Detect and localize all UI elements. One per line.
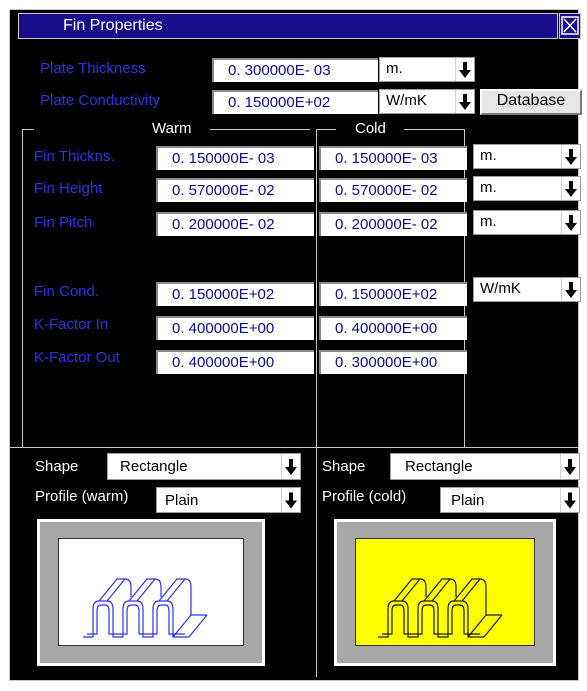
warm-preview-canvas xyxy=(58,538,244,646)
down-arrow-icon xyxy=(561,278,580,301)
frame-line xyxy=(316,129,336,130)
warm-profile-select[interactable]: Plain xyxy=(156,487,301,513)
k-factor-in-label: K-Factor In xyxy=(34,316,109,333)
fin-pitch-cold-field[interactable]: 0. 200000E- 02 xyxy=(319,212,467,236)
fin-cond-unit: W/mK xyxy=(480,280,521,297)
fin-cond-warm-field[interactable]: 0. 150000E+02 xyxy=(156,282,314,306)
title-bar: Fin Properties xyxy=(18,13,558,39)
cold-profile-value: Plain xyxy=(451,492,485,509)
fin-pitch-warm-field[interactable]: 0. 200000E- 02 xyxy=(156,212,314,236)
fin-cond-cold-field[interactable]: 0. 150000E+02 xyxy=(319,282,467,306)
k-factor-out-warm-field[interactable]: 0. 400000E+00 xyxy=(156,350,314,374)
down-arrow-icon xyxy=(281,488,300,512)
fin-cond-label: Fin Cond. xyxy=(34,283,100,300)
cold-column-header: Cold xyxy=(355,120,386,137)
plate-thickness-unit-select[interactable]: m. xyxy=(379,57,475,82)
fin-thickness-label: Fin Thickns. xyxy=(34,148,115,165)
down-arrow-icon xyxy=(560,454,579,479)
plate-conductivity-unit: W/mK xyxy=(386,92,427,109)
warm-shape-value: Rectangle xyxy=(120,458,188,475)
cold-shape-value: Rectangle xyxy=(405,458,473,475)
fin-height-warm-field[interactable]: 0. 570000E- 02 xyxy=(156,178,314,202)
warm-fin-preview xyxy=(37,519,265,666)
down-arrow-icon xyxy=(560,488,579,512)
plate-conductivity-unit-select[interactable]: W/mK xyxy=(379,89,475,114)
k-factor-out-cold-field[interactable]: 0. 300000E+00 xyxy=(319,350,467,374)
frame-line xyxy=(210,129,310,130)
close-button[interactable] xyxy=(559,13,581,39)
warm-shape-label: Shape xyxy=(35,458,79,475)
down-arrow-icon xyxy=(281,454,300,479)
fin-cond-unit-select[interactable]: W/mK xyxy=(473,277,581,302)
warm-profile-label: Profile (warm) xyxy=(35,488,129,505)
down-arrow-icon xyxy=(455,58,474,81)
cold-fin-preview xyxy=(334,519,556,666)
down-arrow-icon xyxy=(455,90,474,113)
plate-conductivity-label: Plate Conductivity xyxy=(40,92,161,109)
plate-thickness-field[interactable]: 0. 300000E- 03 xyxy=(212,58,378,82)
frame-line xyxy=(404,129,464,130)
down-arrow-icon xyxy=(561,211,580,234)
fin-thickness-unit: m. xyxy=(480,147,497,164)
dialog-title: Fin Properties xyxy=(63,17,163,34)
cold-shape-select[interactable]: Rectangle xyxy=(390,453,580,480)
fin-thickness-warm-field[interactable]: 0. 150000E- 03 xyxy=(156,146,314,170)
cold-profile-select[interactable]: Plain xyxy=(440,487,580,513)
warm-shape-select[interactable]: Rectangle xyxy=(107,453,301,480)
plate-conductivity-field[interactable]: 0. 150000E+02 xyxy=(212,90,378,114)
fin-pitch-unit: m. xyxy=(480,213,497,230)
database-button[interactable]: Database xyxy=(480,89,582,115)
k-factor-out-label: K-Factor Out xyxy=(34,349,120,366)
shape-section-divider xyxy=(10,447,578,448)
fin-profile-icon xyxy=(378,578,503,638)
cold-profile-label: Profile (cold) xyxy=(322,488,407,505)
k-factor-in-warm-field[interactable]: 0. 400000E+00 xyxy=(156,316,314,340)
plate-thickness-unit: m. xyxy=(386,60,403,77)
fin-profile-icon xyxy=(83,578,208,638)
down-arrow-icon xyxy=(561,177,580,200)
warm-column-header: Warm xyxy=(152,120,192,137)
warm-group-frame xyxy=(22,129,23,447)
close-icon xyxy=(561,16,579,35)
fin-height-unit: m. xyxy=(480,179,497,196)
fin-thickness-unit-select[interactable]: m. xyxy=(473,144,581,169)
fin-height-label: Fin Height xyxy=(34,180,103,197)
warm-profile-value: Plain xyxy=(165,492,199,509)
fin-height-cold-field[interactable]: 0. 570000E- 02 xyxy=(319,178,467,202)
k-factor-in-cold-field[interactable]: 0. 400000E+00 xyxy=(319,316,467,340)
fin-height-unit-select[interactable]: m. xyxy=(473,176,581,201)
fin-thickness-cold-field[interactable]: 0. 150000E- 03 xyxy=(319,146,467,170)
cold-shape-label: Shape xyxy=(322,458,366,475)
plate-thickness-label: Plate Thickness xyxy=(40,60,146,77)
column-divider xyxy=(316,129,317,677)
cold-preview-canvas xyxy=(355,538,535,646)
fin-pitch-unit-select[interactable]: m. xyxy=(473,210,581,235)
frame-line xyxy=(22,129,34,130)
down-arrow-icon xyxy=(561,145,580,168)
fin-pitch-label: Fin Pitch xyxy=(34,214,93,231)
